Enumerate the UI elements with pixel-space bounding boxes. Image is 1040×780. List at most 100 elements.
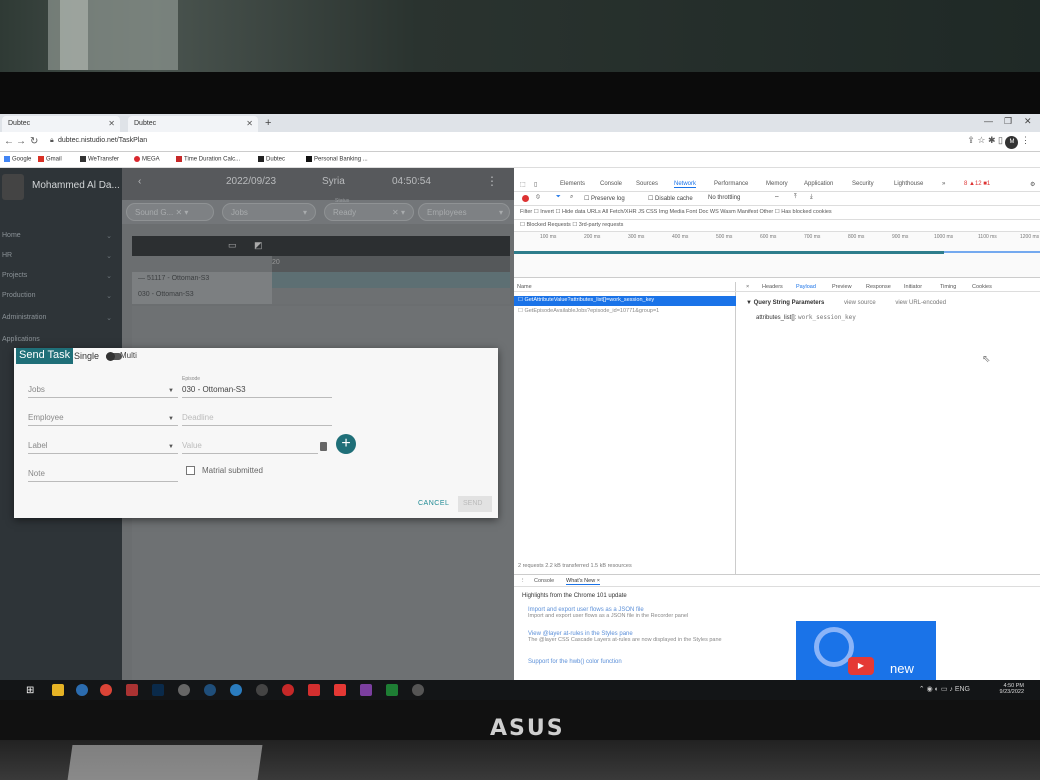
blocked-filters[interactable]: ☐ Blocked Requests ☐ 3rd-party requests	[520, 222, 623, 228]
tab-payload[interactable]: Payload	[796, 284, 816, 290]
settings-gear-icon[interactable]: ⚙	[1030, 181, 1035, 188]
wifi-icon[interactable]: ⌔	[774, 194, 780, 202]
tab-preview[interactable]: Preview	[832, 284, 852, 290]
app-icon[interactable]	[178, 684, 190, 696]
tab-cookies[interactable]: Cookies	[972, 284, 992, 290]
previous-day-button[interactable]: ‹	[138, 176, 141, 187]
clear-icon[interactable]: ⦸	[536, 194, 540, 201]
material-submitted-checkbox[interactable]	[186, 466, 195, 475]
tab-memory[interactable]: Memory	[766, 181, 788, 187]
issues-badge[interactable]: 8 ▲12 ■1	[964, 181, 990, 187]
app-icon[interactable]	[282, 684, 294, 696]
tab-lighthouse[interactable]: Lighthouse	[894, 181, 923, 187]
whats-new-item[interactable]: Import and export user flows as a JSON f…	[528, 607, 688, 619]
jobs-select[interactable]: Jobs ▼	[28, 380, 178, 398]
tab-performance[interactable]: Performance	[714, 181, 748, 187]
clear-icon[interactable]: ✕	[175, 208, 182, 217]
tab-elements[interactable]: Elements	[560, 181, 585, 187]
jobs-filter[interactable]: Jobs ▾	[222, 203, 316, 221]
sound-group-filter[interactable]: Sound G... ✕ ▾	[126, 203, 214, 221]
drawer-menu-icon[interactable]: ⋮	[520, 578, 526, 584]
bookmark-item[interactable]: Personal Banking ...	[306, 156, 368, 163]
search-icon[interactable]: ⌕	[570, 194, 573, 201]
deadline-field[interactable]: Deadline	[182, 408, 332, 426]
sidebar-item-home[interactable]: Home ⌄	[2, 232, 118, 240]
filter-icon[interactable]: ⏷	[556, 194, 561, 201]
record-icon[interactable]	[522, 195, 529, 202]
close-icon[interactable]: ×	[746, 284, 749, 290]
avatar[interactable]	[2, 174, 24, 200]
profile-avatar[interactable]: M	[1005, 136, 1019, 149]
whats-new-video[interactable]: ▶ new	[796, 621, 936, 681]
whats-new-item[interactable]: View @layer at-rules in the Styles pane …	[528, 631, 722, 643]
file-explorer-icon[interactable]	[52, 684, 64, 696]
edit-icon[interactable]: ◩	[254, 240, 263, 251]
tab-network[interactable]: Network	[674, 181, 697, 188]
app-icon[interactable]	[334, 684, 346, 696]
tab-headers[interactable]: Headers	[762, 284, 783, 290]
device-toggle-icon[interactable]: ▯	[534, 181, 537, 188]
tab-sources[interactable]: Sources	[636, 181, 658, 187]
episode-field[interactable]: Episode 030 - Ottoman-S3	[182, 376, 332, 398]
system-tray-icons[interactable]: ⌃ ◉ ◐ ▭ ♪ ENG	[919, 685, 970, 693]
query-string-parameters[interactable]: ▼ Query String Parameters view source vi…	[746, 300, 946, 306]
tab-console[interactable]: Console	[600, 181, 622, 187]
photoshop-icon[interactable]	[152, 684, 164, 696]
bookmark-item[interactable]: Gmail	[38, 156, 62, 163]
folder-icon[interactable]: ▭	[228, 240, 237, 251]
name-column-header[interactable]: Name	[514, 282, 736, 292]
close-icon[interactable]: ✕	[108, 119, 115, 128]
app-icon[interactable]	[360, 684, 372, 696]
system-clock[interactable]: 4:50 PM 9/23/2022	[1000, 683, 1024, 695]
tab-whats-new[interactable]: What's New ×	[566, 578, 600, 585]
excel-icon[interactable]	[386, 684, 398, 696]
sidepanel-icon[interactable]: ▯	[998, 135, 1003, 145]
label-select[interactable]: Label ▼	[28, 436, 178, 454]
tab-timing[interactable]: Timing	[940, 284, 956, 290]
inspect-icon[interactable]: ⬚	[520, 181, 526, 188]
close-window-icon[interactable]: ✕	[1024, 116, 1032, 127]
close-icon[interactable]: ✕	[246, 119, 253, 128]
sidebar-item-projects[interactable]: Projects ⌄	[2, 272, 118, 280]
app-icon[interactable]	[126, 684, 138, 696]
tab-initiator[interactable]: Initiator	[904, 284, 922, 290]
date-display[interactable]: 2022/09/23	[226, 176, 276, 187]
forward-icon[interactable]: →	[16, 136, 26, 147]
send-button[interactable]: SEND	[458, 496, 492, 512]
more-menu-icon[interactable]: ⋮	[486, 174, 498, 188]
url-field[interactable]: dubtec.nistudio.net/TaskPlan	[58, 137, 147, 144]
reload-icon[interactable]: ↻	[30, 136, 38, 147]
sidebar-item-applications[interactable]: Applications	[2, 336, 118, 343]
browser-tab[interactable]: Dubtec ✕	[128, 116, 258, 132]
value-field[interactable]: Value	[182, 436, 318, 454]
back-icon[interactable]: ←	[4, 136, 14, 147]
more-tabs-icon[interactable]: »	[942, 181, 945, 187]
chrome-icon[interactable]	[100, 684, 112, 696]
add-label-button[interactable]: +	[336, 434, 356, 454]
list-item[interactable]: ☐ GetEpisodeAvailableJobs?episode_id=107…	[514, 307, 736, 317]
app-icon[interactable]	[204, 684, 216, 696]
employees-filter[interactable]: Employees ▾	[418, 203, 510, 221]
bookmark-item[interactable]: Google	[4, 156, 31, 163]
employee-select[interactable]: Employee ▼	[28, 408, 178, 426]
bookmark-item[interactable]: WeTransfer	[80, 156, 119, 163]
sidebar-item-hr[interactable]: HR ⌄	[2, 252, 118, 260]
view-url-encoded-link[interactable]: view URL-encoded	[895, 300, 946, 306]
bookmark-item[interactable]: MEGA	[134, 156, 160, 163]
preserve-log-checkbox[interactable]: ☐ Preserve log	[584, 195, 625, 202]
app-icon[interactable]	[230, 684, 242, 696]
minimize-icon[interactable]: —	[984, 116, 993, 126]
extension-icon[interactable]: ✱	[988, 135, 996, 145]
share-icon[interactable]: ⇪	[967, 135, 975, 145]
tab-application[interactable]: Application	[804, 181, 833, 187]
app-icon[interactable]	[76, 684, 88, 696]
status-filter[interactable]: Status Ready ✕ ▾	[324, 198, 414, 221]
sidebar-item-production[interactable]: Production ⌄	[2, 292, 118, 300]
note-field[interactable]: Note	[28, 464, 178, 482]
cancel-button[interactable]: CANCEL	[418, 500, 449, 507]
upload-icon[interactable]: ⤒	[794, 194, 797, 201]
bookmark-item[interactable]: Time Duration Calc...	[176, 156, 240, 163]
sidebar-item-administration[interactable]: Administration ⌄	[2, 314, 118, 322]
app-icon[interactable]	[256, 684, 268, 696]
maximize-icon[interactable]: ❐	[1004, 116, 1012, 127]
